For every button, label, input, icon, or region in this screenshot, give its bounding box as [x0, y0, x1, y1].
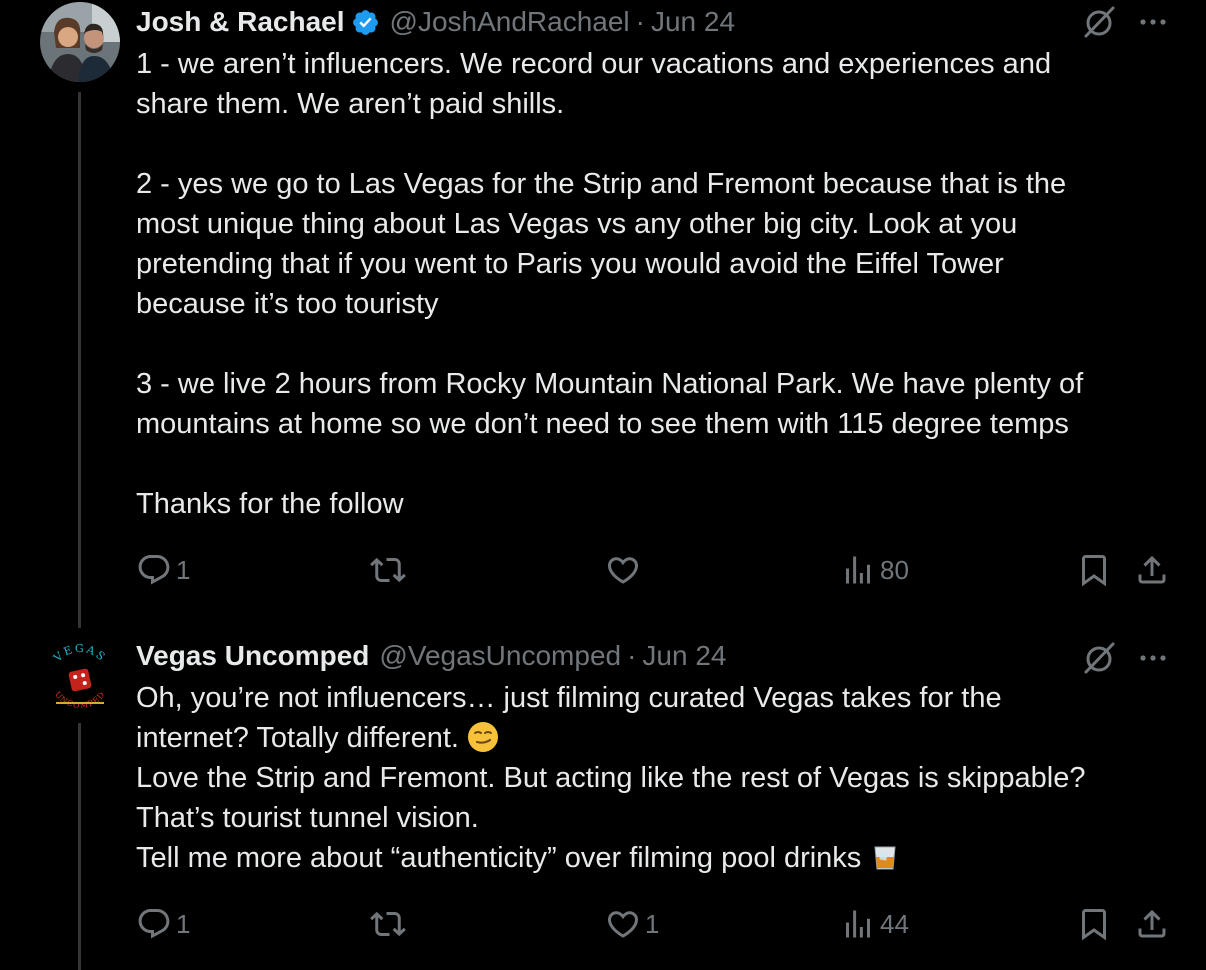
- avatar[interactable]: [40, 2, 120, 82]
- tweet-text-line: internet? Totally different.: [136, 722, 468, 754]
- avatar[interactable]: VEGAS UNCOMPED: [40, 640, 120, 720]
- bookmark-button[interactable]: [1076, 904, 1112, 944]
- views-button[interactable]: 80: [840, 550, 909, 590]
- views-button[interactable]: 44: [840, 904, 909, 944]
- reply-count: 1: [176, 554, 191, 585]
- repost-icon: [370, 911, 406, 937]
- views-count: 80: [880, 554, 909, 585]
- reply-button[interactable]: 1: [136, 904, 190, 944]
- separator: ·: [635, 6, 645, 37]
- repost-button[interactable]: [370, 550, 410, 590]
- views-icon: [846, 910, 870, 938]
- more-icon[interactable]: [1136, 648, 1170, 668]
- bookmark-icon: [1082, 555, 1106, 587]
- author-name[interactable]: Josh & Rachael: [136, 6, 345, 38]
- tweet[interactable]: Josh & Rachael @JoshAndRachael · Jun 24 …: [0, 0, 1206, 628]
- tweet[interactable]: VEGAS UNCOMPED Vegas Uncomped @VegasUnco…: [0, 636, 1206, 970]
- heart-icon: [607, 911, 639, 938]
- more-icon[interactable]: [1136, 12, 1170, 32]
- action-bar: 1 1 44: [0, 904, 1206, 944]
- share-button[interactable]: [1134, 550, 1170, 590]
- like-button[interactable]: [605, 550, 645, 590]
- author-handle[interactable]: @JoshAndRachael: [390, 6, 630, 38]
- separator: ·: [627, 640, 637, 671]
- post-date[interactable]: Jun 24: [642, 640, 726, 672]
- grok-icon[interactable]: [1080, 638, 1120, 678]
- tweet-header: Josh & Rachael @JoshAndRachael · Jun 24: [136, 2, 735, 42]
- author-handle[interactable]: @VegasUncomped: [379, 640, 621, 672]
- author-name[interactable]: Vegas Uncomped: [136, 640, 369, 672]
- like-count: 1: [645, 908, 660, 939]
- action-bar: 1 80: [0, 550, 1206, 590]
- reply-icon: [138, 555, 170, 585]
- repost-button[interactable]: [370, 904, 410, 944]
- tweet-text-line: Oh, you’re not influencers… just filming…: [136, 682, 1002, 714]
- tweet-text: 1 - we aren’t influencers. We record our…: [136, 48, 1084, 520]
- reply-icon: [138, 909, 170, 939]
- reply-count: 1: [176, 908, 191, 939]
- post-date[interactable]: Jun 24: [651, 6, 735, 38]
- smirk-emoji-icon: [467, 721, 499, 753]
- views-count: 44: [880, 908, 909, 939]
- grok-icon[interactable]: [1080, 2, 1120, 42]
- thread-line: [78, 92, 81, 628]
- verified-badge-icon: [351, 8, 380, 37]
- repost-icon: [370, 557, 406, 583]
- heart-icon: [607, 557, 639, 584]
- bookmark-button[interactable]: [1076, 550, 1112, 590]
- share-icon: [1138, 555, 1166, 584]
- bookmark-icon: [1082, 909, 1106, 941]
- tweet-text-rest: Love the Strip and Fremont. But acting l…: [136, 762, 1086, 874]
- share-icon: [1138, 909, 1166, 938]
- tweet-header: Vegas Uncomped @VegasUncomped · Jun 24: [136, 636, 727, 676]
- share-button[interactable]: [1134, 904, 1170, 944]
- tweet-text: Oh, you’re not influencers… just filming…: [136, 678, 1186, 878]
- reply-button[interactable]: 1: [136, 550, 190, 590]
- whiskey-glass-emoji-icon: [869, 841, 901, 873]
- like-button[interactable]: 1: [605, 904, 659, 944]
- views-icon: [846, 556, 870, 584]
